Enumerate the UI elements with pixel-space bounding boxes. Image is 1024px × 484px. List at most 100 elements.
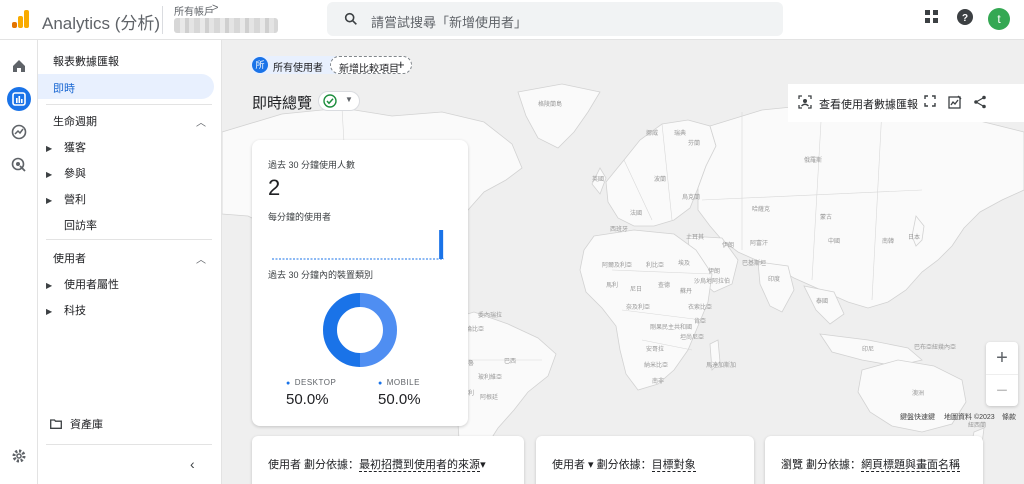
map-label: 巴布亞紐幾內亞 — [914, 345, 957, 351]
collapse-nav-icon[interactable]: ‹ — [190, 456, 195, 472]
expand-arrow-icon: ▶ — [46, 307, 53, 316]
divider — [46, 104, 212, 105]
card-heading[interactable]: 使用者 ▾ 劃分依據：目標對象 — [552, 456, 696, 472]
map-label: 剛果民主共和國 — [650, 325, 693, 331]
device-donut-chart[interactable] — [322, 292, 398, 368]
nav-item-realtime[interactable]: 即時 — [38, 74, 214, 99]
map-label: 阿爾及利亞 — [602, 263, 633, 269]
keyboard-shortcuts-link[interactable]: 鍵盤快速鍵 — [900, 412, 935, 422]
map-label: 尼日 — [630, 287, 643, 293]
realtime-card-page-title: 瀏覽 劃分依據：網頁標題與畫面名稱 — [765, 436, 983, 484]
explore-icon[interactable] — [7, 120, 31, 144]
nav-item-acquisition[interactable]: ▶ 獲客 — [46, 139, 86, 155]
search-bar[interactable]: 請嘗試搜尋「新增使用者」 — [327, 2, 783, 36]
nav-item-library[interactable]: 資產庫 — [50, 416, 103, 432]
map-label: 西班牙 — [610, 227, 629, 233]
card-heading[interactable]: 瀏覽 劃分依據：網頁標題與畫面名稱 — [781, 456, 961, 472]
expand-arrow-icon: ▶ — [46, 170, 53, 179]
card-heading[interactable]: 使用者 劃分依據：最初招攬到使用者的來源▾ — [268, 456, 486, 472]
map-label: 土耳其 — [686, 235, 705, 241]
map-label: 俄羅斯 — [804, 158, 823, 164]
users-per-minute-label: 每分鐘的使用者 — [268, 212, 332, 222]
map-label: 澳洲 — [912, 391, 925, 397]
nav-heading[interactable]: 報表數據匯報 — [53, 53, 119, 69]
help-icon[interactable]: ? — [957, 9, 973, 25]
map-label: 巴西 — [504, 359, 517, 365]
chevron-up-icon[interactable]: ︿ — [196, 251, 206, 266]
map-label: 納米比亞 — [644, 363, 669, 369]
fullscreen-icon[interactable] — [924, 95, 936, 107]
legend-desktop-value: 50.0% — [286, 391, 329, 408]
nav-section-lifecycle[interactable]: 生命週期 — [53, 113, 97, 129]
user-snapshot-icon[interactable] — [798, 95, 812, 109]
data-status-dropdown[interactable]: ▼ — [318, 91, 360, 111]
users-per-minute-chart[interactable] — [272, 224, 444, 260]
realtime-users-card: 過去 30 分鐘使用人數 2 每分鐘的使用者 過去 30 分鐘內的裝置類別 DE… — [252, 140, 468, 426]
expand-arrow-icon: ▶ — [46, 144, 53, 153]
top-bar: Analytics (分析) 所有帳戶 > 請嘗試搜尋「新增使用者」 ? t — [0, 0, 1024, 40]
chevron-up-icon[interactable]: ︿ — [196, 114, 206, 129]
terms-link[interactable]: 條款 — [1002, 412, 1016, 422]
map-label: 印度 — [768, 277, 781, 283]
nav-item-retention[interactable]: 回訪率 — [64, 217, 97, 233]
map-label: 印尼 — [862, 347, 875, 353]
users-30min-value: 2 — [268, 175, 281, 200]
map-label: 阿富汗 — [750, 241, 769, 247]
donut-slice-desktop[interactable] — [359, 293, 397, 367]
divider — [46, 444, 212, 445]
map-label: 馬利 — [606, 283, 619, 289]
svg-text:?: ? — [962, 13, 968, 24]
map-label: 巴基斯坦 — [742, 261, 767, 267]
map-label: 芬蘭 — [688, 141, 701, 147]
home-icon[interactable] — [7, 54, 31, 78]
main-content: 格陵蘭島 挪威 瑞典 芬蘭 俄羅斯 英國 波蘭 烏克蘭 哈薩克 蒙古 法國 西班… — [222, 40, 1024, 484]
add-comparison-label: 新增比較項目 — [339, 64, 399, 75]
device-category-label: 過去 30 分鐘內的裝置類別 — [268, 270, 374, 280]
legend-desktop-label: DESKTOP — [286, 378, 336, 387]
donut-slice-mobile[interactable] — [323, 293, 361, 367]
map-label: 埃及 — [678, 261, 691, 267]
advertising-icon[interactable] — [7, 153, 31, 177]
nav-section-user[interactable]: 使用者 — [53, 250, 86, 266]
account-label[interactable]: 所有帳戶 — [174, 3, 214, 18]
reports-icon[interactable] — [7, 87, 31, 111]
zoom-out-button[interactable]: − — [986, 374, 1018, 406]
avatar[interactable]: t — [988, 8, 1010, 30]
map-label: 安哥拉 — [646, 347, 665, 353]
chevron-right-icon[interactable]: > — [212, 2, 218, 14]
divider — [46, 239, 212, 240]
share-icon[interactable] — [973, 95, 987, 109]
expand-arrow-icon: ▶ — [46, 196, 53, 205]
view-snapshot-button[interactable]: 查看使用者數據匯報 — [819, 96, 918, 112]
legend-desktop: DESKTOP 50.0% — [286, 378, 336, 408]
map-label: 肯亞 — [694, 319, 707, 325]
search-placeholder: 請嘗試搜尋「新增使用者」 — [371, 15, 528, 30]
search-icon — [344, 12, 357, 25]
nav-item-user-attributes[interactable]: ▶ 使用者屬性 — [46, 276, 119, 292]
map-label: 伊朗 — [722, 243, 735, 249]
zoom-in-button[interactable]: + — [986, 342, 1018, 374]
map-zoom-control: + − — [986, 342, 1018, 406]
nav-item-label: 即時 — [53, 83, 75, 95]
users-per-minute-bar[interactable] — [439, 230, 444, 259]
nav-item-monetization[interactable]: ▶ 營利 — [46, 191, 86, 207]
map-label: 利比亞 — [646, 263, 665, 269]
side-nav: 報表數據匯報 即時 生命週期 ︿ ▶ 獲客 ▶ 參與 ▶ 營利 回訪率 使用者 ︿ ▶… — [38, 40, 222, 484]
segment-label: 所有使用者 — [273, 63, 323, 74]
map-label: 奈及利亞 — [626, 305, 651, 311]
nav-item-tech[interactable]: ▶ 科技 — [46, 302, 86, 318]
add-comparison-button[interactable]: 新增比較項目 + — [330, 56, 412, 75]
realtime-card-audience: 使用者 ▾ 劃分依據：目標對象 — [536, 436, 754, 484]
apps-grid-icon[interactable] — [925, 10, 939, 24]
map-label: 蘇丹 — [680, 289, 693, 295]
map-label: 泰國 — [816, 299, 829, 305]
customize-report-icon[interactable] — [948, 95, 962, 109]
dropdown-arrow-icon: ▼ — [345, 95, 353, 104]
map-label: 阿根廷 — [480, 395, 499, 401]
divider — [162, 6, 163, 34]
settings-gear-icon[interactable] — [7, 444, 31, 468]
analytics-logo-icon[interactable] — [10, 8, 32, 30]
left-rail — [0, 40, 38, 484]
property-selector[interactable] — [174, 18, 278, 33]
nav-item-engagement[interactable]: ▶ 參與 — [46, 165, 86, 181]
